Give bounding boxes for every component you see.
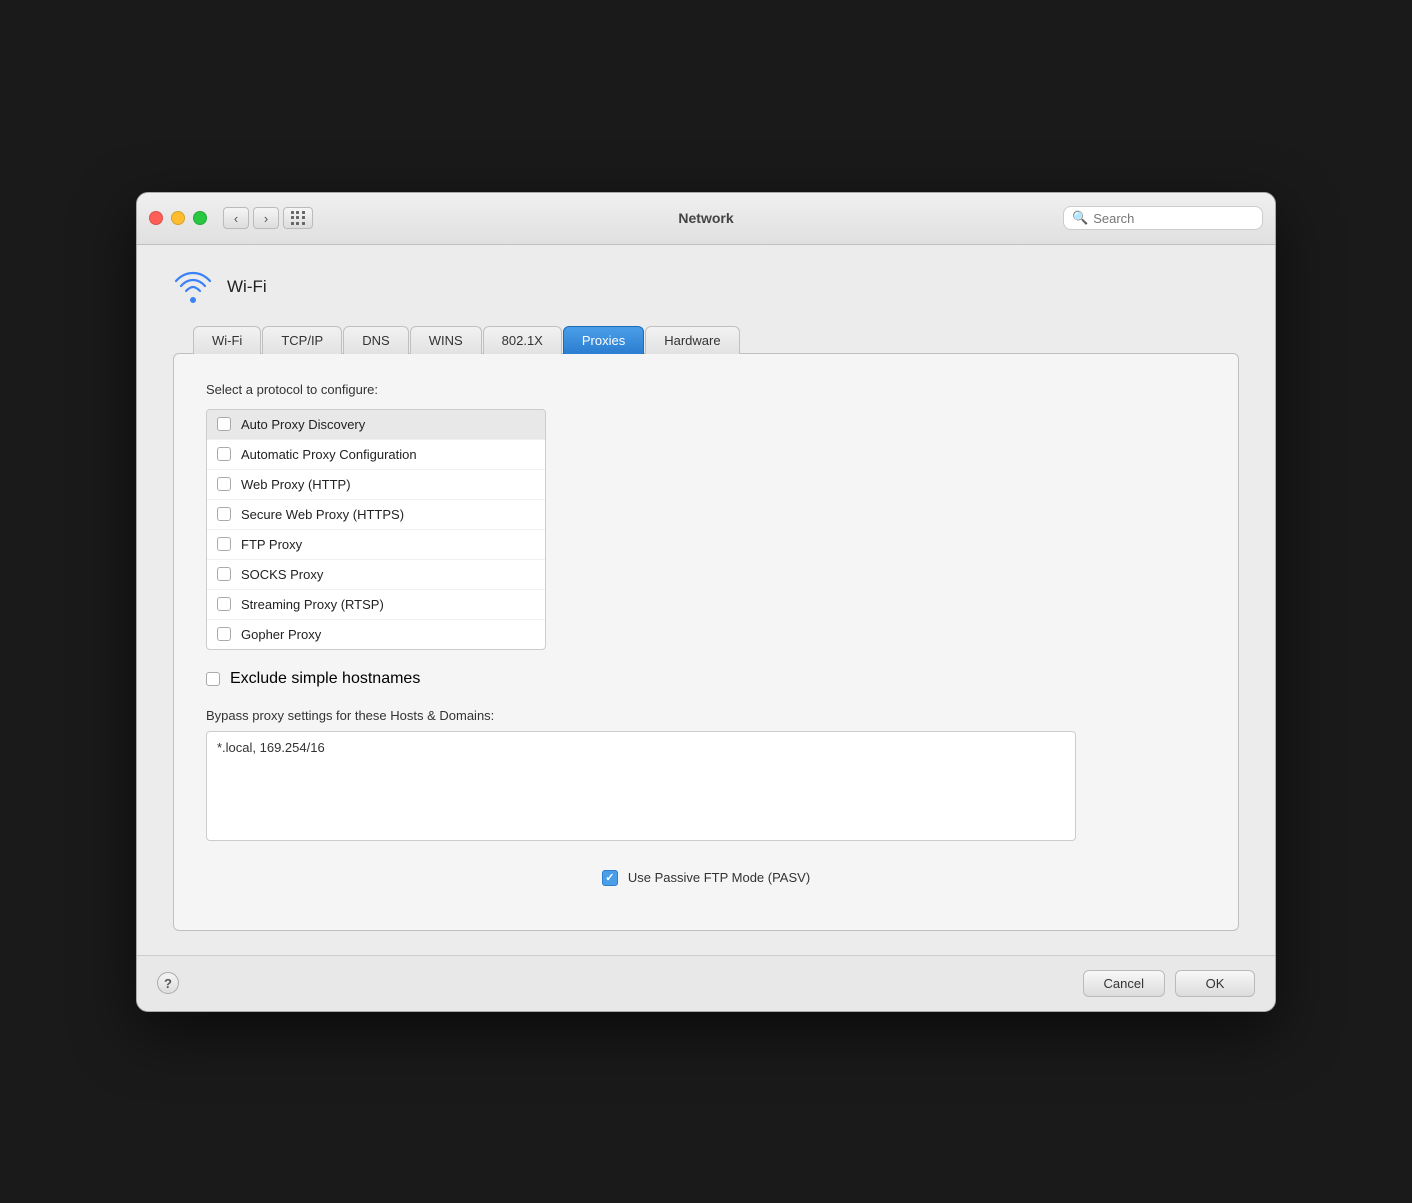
checkbox-passive-ftp[interactable]: ✓ <box>602 870 618 886</box>
checkbox-exclude-hostnames[interactable] <box>206 672 220 686</box>
protocol-item-automatic-proxy-config[interactable]: Automatic Proxy Configuration <box>207 440 545 470</box>
tab-hardware[interactable]: Hardware <box>645 326 739 354</box>
search-input[interactable] <box>1093 211 1254 226</box>
protocol-item-auto-proxy-discovery[interactable]: Auto Proxy Discovery <box>207 410 545 440</box>
traffic-lights <box>149 211 207 225</box>
protocol-item-streaming-proxy-rtsp[interactable]: Streaming Proxy (RTSP) <box>207 590 545 620</box>
nav-buttons: ‹ › <box>223 207 279 229</box>
protocol-label-secure-web-proxy-https: Secure Web Proxy (HTTPS) <box>241 507 404 522</box>
wifi-label: Wi-Fi <box>227 277 267 297</box>
search-box[interactable]: 🔍 <box>1063 206 1263 230</box>
checkbox-socks-proxy[interactable] <box>217 567 231 581</box>
tab-tcpip[interactable]: TCP/IP <box>262 326 342 354</box>
grid-icon <box>291 211 306 226</box>
wifi-icon-container <box>173 269 213 305</box>
ok-button[interactable]: OK <box>1175 970 1255 997</box>
window-title: Network <box>678 210 733 226</box>
exclude-row: Exclude simple hostnames <box>206 670 1206 688</box>
help-button[interactable]: ? <box>157 972 179 994</box>
bottom-bar: ? Cancel OK <box>137 955 1275 1011</box>
protocol-label-automatic-proxy-config: Automatic Proxy Configuration <box>241 447 417 462</box>
content-area: Wi-Fi Wi-Fi TCP/IP DNS WINS 802.1X Proxi… <box>137 245 1275 955</box>
checkbox-ftp-proxy[interactable] <box>217 537 231 551</box>
minimize-button[interactable] <box>171 211 185 225</box>
wifi-icon <box>173 269 213 305</box>
exclude-label: Exclude simple hostnames <box>230 670 420 688</box>
tab-wins[interactable]: WINS <box>410 326 482 354</box>
tab-proxies[interactable]: Proxies <box>563 326 644 354</box>
tabs-bar: Wi-Fi TCP/IP DNS WINS 802.1X Proxies Har… <box>193 325 1239 353</box>
window: ‹ › Network 🔍 <box>136 192 1276 1012</box>
protocol-label-streaming-proxy-rtsp: Streaming Proxy (RTSP) <box>241 597 384 612</box>
maximize-button[interactable] <box>193 211 207 225</box>
protocol-label-web-proxy-http: Web Proxy (HTTP) <box>241 477 351 492</box>
passive-ftp-label: Use Passive FTP Mode (PASV) <box>628 870 810 885</box>
passive-ftp-row: ✓ Use Passive FTP Mode (PASV) <box>206 870 1206 886</box>
protocol-label-ftp-proxy: FTP Proxy <box>241 537 302 552</box>
wifi-header: Wi-Fi <box>173 269 1239 305</box>
bottom-actions: Cancel OK <box>1083 970 1255 997</box>
titlebar: ‹ › Network 🔍 <box>137 193 1275 245</box>
checkbox-automatic-proxy-config[interactable] <box>217 447 231 461</box>
search-icon: 🔍 <box>1072 210 1088 226</box>
close-button[interactable] <box>149 211 163 225</box>
bypass-textarea[interactable] <box>206 731 1076 841</box>
protocol-label-auto-proxy-discovery: Auto Proxy Discovery <box>241 417 365 432</box>
protocol-item-ftp-proxy[interactable]: FTP Proxy <box>207 530 545 560</box>
protocol-item-secure-web-proxy-https[interactable]: Secure Web Proxy (HTTPS) <box>207 500 545 530</box>
checkbox-web-proxy-http[interactable] <box>217 477 231 491</box>
tab-8021x[interactable]: 802.1X <box>483 326 562 354</box>
bypass-label: Bypass proxy settings for these Hosts & … <box>206 708 1206 723</box>
tab-wifi[interactable]: Wi-Fi <box>193 326 261 354</box>
protocol-label-gopher-proxy: Gopher Proxy <box>241 627 321 642</box>
checkbox-auto-proxy-discovery[interactable] <box>217 417 231 431</box>
protocol-item-socks-proxy[interactable]: SOCKS Proxy <box>207 560 545 590</box>
checkbox-gopher-proxy[interactable] <box>217 627 231 641</box>
protocol-item-web-proxy-http[interactable]: Web Proxy (HTTP) <box>207 470 545 500</box>
protocol-item-gopher-proxy[interactable]: Gopher Proxy <box>207 620 545 649</box>
main-panel: Select a protocol to configure: Auto Pro… <box>173 353 1239 931</box>
tab-dns[interactable]: DNS <box>343 326 408 354</box>
checkbox-streaming-proxy-rtsp[interactable] <box>217 597 231 611</box>
protocol-label-socks-proxy: SOCKS Proxy <box>241 567 323 582</box>
cancel-button[interactable]: Cancel <box>1083 970 1165 997</box>
forward-button[interactable]: › <box>253 207 279 229</box>
back-button[interactable]: ‹ <box>223 207 249 229</box>
checkbox-secure-web-proxy-https[interactable] <box>217 507 231 521</box>
grid-button[interactable] <box>283 207 313 229</box>
protocol-list: Auto Proxy Discovery Automatic Proxy Con… <box>206 409 546 650</box>
section-label: Select a protocol to configure: <box>206 382 1206 397</box>
